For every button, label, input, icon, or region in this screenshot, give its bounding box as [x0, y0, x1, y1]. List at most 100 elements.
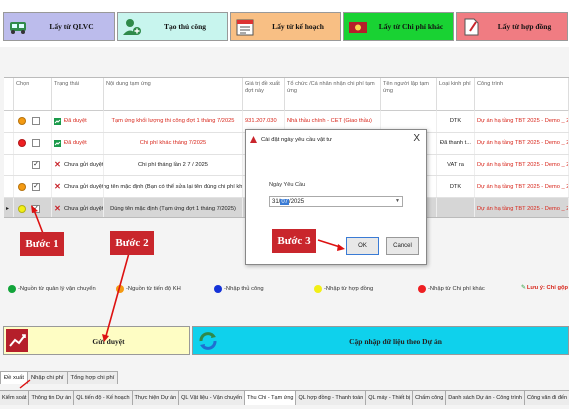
module-tab[interactable]: Thu Chi - Tạm ứng [245, 391, 297, 405]
create-manual-button[interactable]: Tạo thủ công [117, 12, 228, 41]
legend-label: -Nhập thủ công [224, 286, 264, 292]
project-cell: Dự án hạ tầng TBT 2025 - Demo _ 2025 [475, 111, 569, 132]
approved-icon [54, 117, 61, 125]
row-indicator: ▸ [4, 198, 14, 217]
app-logo-icon [250, 136, 257, 143]
request-date-picker[interactable]: 31/07/2025 ▼ [269, 196, 403, 207]
get-from-plan-button[interactable]: Lấy từ kế hoạch [230, 12, 341, 41]
status-label: Chưa gửi duyệt [64, 161, 104, 168]
chevron-down-icon[interactable]: ▼ [395, 198, 400, 204]
not-sent-icon: ✕ [54, 160, 61, 170]
funding-cell: VAT ra [437, 154, 475, 176]
legend-item: -Nhập từ hợp đồng [314, 285, 373, 293]
cancel-button[interactable]: Cancel [386, 237, 419, 255]
tab-proposal[interactable]: Đề xuất [0, 371, 28, 384]
get-from-qlvc-label: Lấy từ QLVC [49, 22, 94, 31]
module-tab[interactable]: Thông tin Dự án [29, 391, 75, 405]
dialog-close-button[interactable]: X [413, 133, 420, 144]
source-color-dot [18, 117, 26, 126]
project-cell: Dự án hạ tầng TBT 2025 - Demo _ 2025 [475, 154, 569, 176]
grid-header: Chọn Trạng thái Nội dung tạm ứng Giá trị… [4, 78, 569, 111]
source-color-dot [18, 182, 26, 191]
row-checkbox[interactable]: ✓ [32, 160, 40, 169]
select-cell [14, 111, 52, 132]
row-checkbox[interactable] [32, 139, 40, 148]
legend-label: -Nhập từ Chi phí khác [428, 286, 485, 292]
status-cell: Đã duyệt [52, 132, 104, 154]
legend-note: ✎ Lưu ý: Chỉ gộp [521, 285, 568, 291]
header-project[interactable]: Công trình [475, 78, 569, 111]
row-checkbox[interactable] [32, 117, 40, 126]
dialog-titlebar: Cài đặt ngày yêu cầu vật tư X [246, 130, 426, 149]
legend-item: -Nhập từ Chi phí khác [418, 285, 485, 293]
legend-note-label: Lưu ý: Chỉ gộp [526, 285, 569, 291]
legend-item: -Nhập thủ công [214, 285, 264, 293]
get-from-plan-label: Lấy từ kế hoạch [272, 22, 324, 31]
not-sent-icon: ✕ [54, 182, 61, 192]
header-creator[interactable]: Tên người lập tạm ứng [381, 78, 437, 111]
get-from-contract-label: Lấy từ hợp đồng [497, 22, 552, 31]
tab-enter-cost[interactable]: Nhập chi phí [26, 371, 68, 384]
send-approval-button[interactable]: Gửi duyệt [3, 326, 190, 355]
ok-button[interactable]: OK [346, 237, 379, 255]
module-tab[interactable]: QL tiến độ - Kế hoạch [74, 391, 133, 405]
main-module-tabs: Kiểm soát Thông tin Dự án QL tiến độ - Kế … [0, 390, 569, 405]
date-month: 07 [280, 198, 290, 205]
send-approval-label: Gửi duyệt [92, 337, 125, 346]
status-cell: ✕ Chưa gửi duyệt [52, 198, 104, 217]
legend-label: -Nguồn từ tiến độ KH [126, 286, 181, 292]
header-funding[interactable]: Loại kinh phí [437, 78, 475, 111]
source-color-dot [18, 161, 26, 169]
header-content[interactable]: Nội dung tạm ứng [104, 78, 243, 111]
status-cell: Đã duyệt [52, 111, 104, 132]
legend-label: -Nguồn từ quản lý vận chuyển [18, 286, 96, 292]
select-cell: ✓ [14, 198, 52, 217]
content-cell: Chi phí tháng lần 2 7 / 2025 [104, 154, 243, 176]
content-cell: Dùng tên mặc định (Tạm ứng đợt 1 tháng 7… [104, 198, 243, 217]
row-indicator [4, 132, 14, 154]
step-2-callout: Bước 2 [110, 231, 154, 255]
tab-cost-summary[interactable]: Tổng hợp chi phí [66, 371, 119, 384]
money-icon [347, 16, 369, 38]
module-tab[interactable]: QL hợp đồng - Thanh toán [296, 391, 367, 405]
legend-dot [314, 285, 322, 293]
get-from-other-cost-button[interactable]: Lấy từ Chi phí khác [343, 12, 454, 41]
funding-cell [437, 198, 475, 217]
get-from-contract-button[interactable]: Lấy từ hợp đồng [456, 12, 568, 41]
header-organization[interactable]: Tổ chức /Cá nhân nhận chi phí tạm ứng [285, 78, 381, 111]
status-label: Đã duyệt [64, 140, 87, 147]
funding-cell: DTK [437, 176, 475, 198]
legend-dot [214, 285, 222, 293]
save-note-icon: ✎ [521, 285, 526, 291]
module-tab[interactable]: Danh sách Dự án - Công trình [446, 391, 525, 405]
funding-cell: Đã thanh t... [437, 132, 475, 154]
refresh-icon [197, 330, 219, 352]
module-tab[interactable]: Công văn đi đến [524, 391, 569, 405]
date-day: 31/ [272, 198, 281, 205]
header-value[interactable]: Giá trị đề xuất đợt này [243, 78, 285, 111]
update-by-project-button[interactable]: Cập nhập dữ liệu theo Dự án [192, 326, 569, 355]
legend-label: -Nhập từ hợp đồng [324, 286, 374, 292]
module-tab[interactable]: Chấm công [413, 391, 447, 405]
module-tab[interactable]: QL Vật liệu - Vận chuyển [179, 391, 246, 405]
module-tab[interactable]: Thực hiện Dự án [132, 391, 180, 405]
row-checkbox[interactable]: ✓ [32, 204, 40, 213]
header-status[interactable]: Trạng thái [52, 78, 104, 111]
row-indicator [4, 176, 14, 198]
header-select[interactable]: Chọn [14, 78, 52, 111]
dialog-title: Cài đặt ngày yêu cầu vật tư [261, 136, 332, 143]
content-cell: Dùng tên mặc định (Bạn có thể sửa lại tê… [104, 176, 243, 198]
date-year: /2025 [289, 198, 305, 205]
row-indicator [4, 154, 14, 176]
truck-icon [7, 16, 29, 38]
funding-cell: DTK [437, 111, 475, 132]
legend-item: -Nguồn từ quản lý vận chuyển [8, 285, 96, 293]
sub-tabs: Đề xuất Nhập chi phí Tổng hợp chi phí [0, 371, 119, 384]
get-from-qlvc-button[interactable]: Lấy từ QLVC [3, 12, 115, 41]
row-checkbox[interactable]: ✓ [32, 182, 40, 191]
module-tab[interactable]: QL máy - Thiết bị [366, 391, 414, 405]
module-tab[interactable]: Kiểm soát [0, 391, 30, 405]
legend-item: -Nguồn từ tiến độ KH [116, 285, 181, 293]
status-cell: ✕ Chưa gửi duyệt [52, 154, 104, 176]
status-label: Chưa gửi duyệt [64, 183, 104, 190]
